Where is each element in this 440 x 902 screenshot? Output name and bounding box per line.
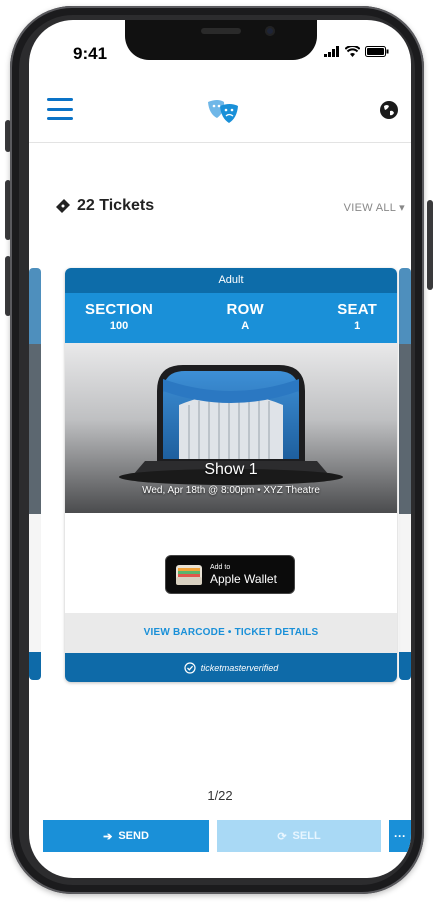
seat-label: SEAT: [337, 301, 377, 318]
section-value: 100: [109, 320, 129, 332]
tickets-count-label: 22 Tickets: [77, 197, 155, 214]
ticket-icon: [56, 199, 70, 213]
ticket-links[interactable]: VIEW BARCODE • TICKET DETAILS: [65, 613, 397, 653]
status-time: 9:41: [73, 44, 108, 63]
wallet-text: Add to Apple Wallet: [210, 564, 277, 585]
ticket-type: Adult: [65, 268, 397, 293]
show-name: Show 1: [204, 461, 258, 478]
view-all-label: VIEW ALL: [343, 202, 396, 214]
chevron-down-icon: ▾: [399, 202, 405, 214]
view-all-button[interactable]: VIEW ALL ▾: [344, 201, 405, 214]
ticket-card[interactable]: Adult SECTION 100 ROW A SEAT 1 Show 1 We…: [65, 268, 397, 682]
page-indicator: 1/22: [207, 788, 233, 803]
verified-icon: [184, 661, 196, 674]
next-ticket-card[interactable]: [399, 268, 411, 680]
row-info: ROW A: [227, 293, 264, 343]
hamburger-menu-icon[interactable]: [47, 98, 73, 120]
speaker-grille: [201, 28, 241, 34]
power-button: [427, 200, 433, 290]
wifi-icon: [345, 46, 360, 57]
notch: [125, 20, 317, 60]
tickets-summary: 22 Tickets VIEW ALL ▾: [55, 195, 405, 219]
action-bar: ➔ SEND ⟳ SELL ···: [29, 820, 411, 854]
signal-icon: [324, 46, 339, 57]
section-label: SECTION: [85, 301, 154, 318]
wallet-small-label: Add to: [210, 564, 231, 571]
show-details: Wed, Apr 18th @ 8:00pm • XYZ Theatre: [142, 485, 320, 496]
section-info: SECTION 100: [85, 293, 153, 343]
send-label: SEND: [118, 830, 149, 842]
seat-info-col: SEAT 1: [337, 293, 377, 343]
app-header: [29, 82, 411, 143]
front-camera: [265, 26, 275, 36]
phone-screen: 9:41 22 Tickets VIEW ALL ▾ Adult SECTION…: [29, 20, 411, 878]
seat-info: SECTION 100 ROW A SEAT 1: [65, 293, 397, 343]
seat-value: 1: [354, 320, 361, 332]
status-icons: [324, 46, 389, 57]
sell-button[interactable]: ⟳ SELL: [217, 820, 381, 852]
row-value: A: [241, 320, 250, 332]
sell-label: SELL: [292, 830, 321, 842]
more-options-button[interactable]: ···: [389, 820, 411, 852]
ticket-body: Add to Apple Wallet: [65, 513, 397, 613]
battery-icon: [365, 46, 389, 57]
refresh-icon: ⟳: [277, 830, 287, 843]
previous-ticket-card[interactable]: [29, 268, 41, 680]
globe-icon[interactable]: [379, 100, 399, 120]
add-to-apple-wallet-button[interactable]: Add to Apple Wallet: [165, 555, 295, 594]
verified-label: ticketmasterverified: [200, 662, 279, 673]
send-button[interactable]: ➔ SEND: [43, 820, 209, 852]
theatre-masks-icon: [208, 100, 238, 123]
arrow-right-icon: ➔: [103, 830, 113, 843]
wallet-big-label: Apple Wallet: [210, 572, 277, 586]
row-label: ROW: [226, 301, 264, 318]
ticketmaster-verified-footer: ticketmasterverified: [65, 653, 397, 682]
show-image: Show 1 Wed, Apr 18th @ 8:00pm • XYZ Thea…: [65, 343, 397, 513]
wallet-icon: [176, 564, 202, 585]
tickets-count: 22 Tickets: [55, 197, 154, 215]
